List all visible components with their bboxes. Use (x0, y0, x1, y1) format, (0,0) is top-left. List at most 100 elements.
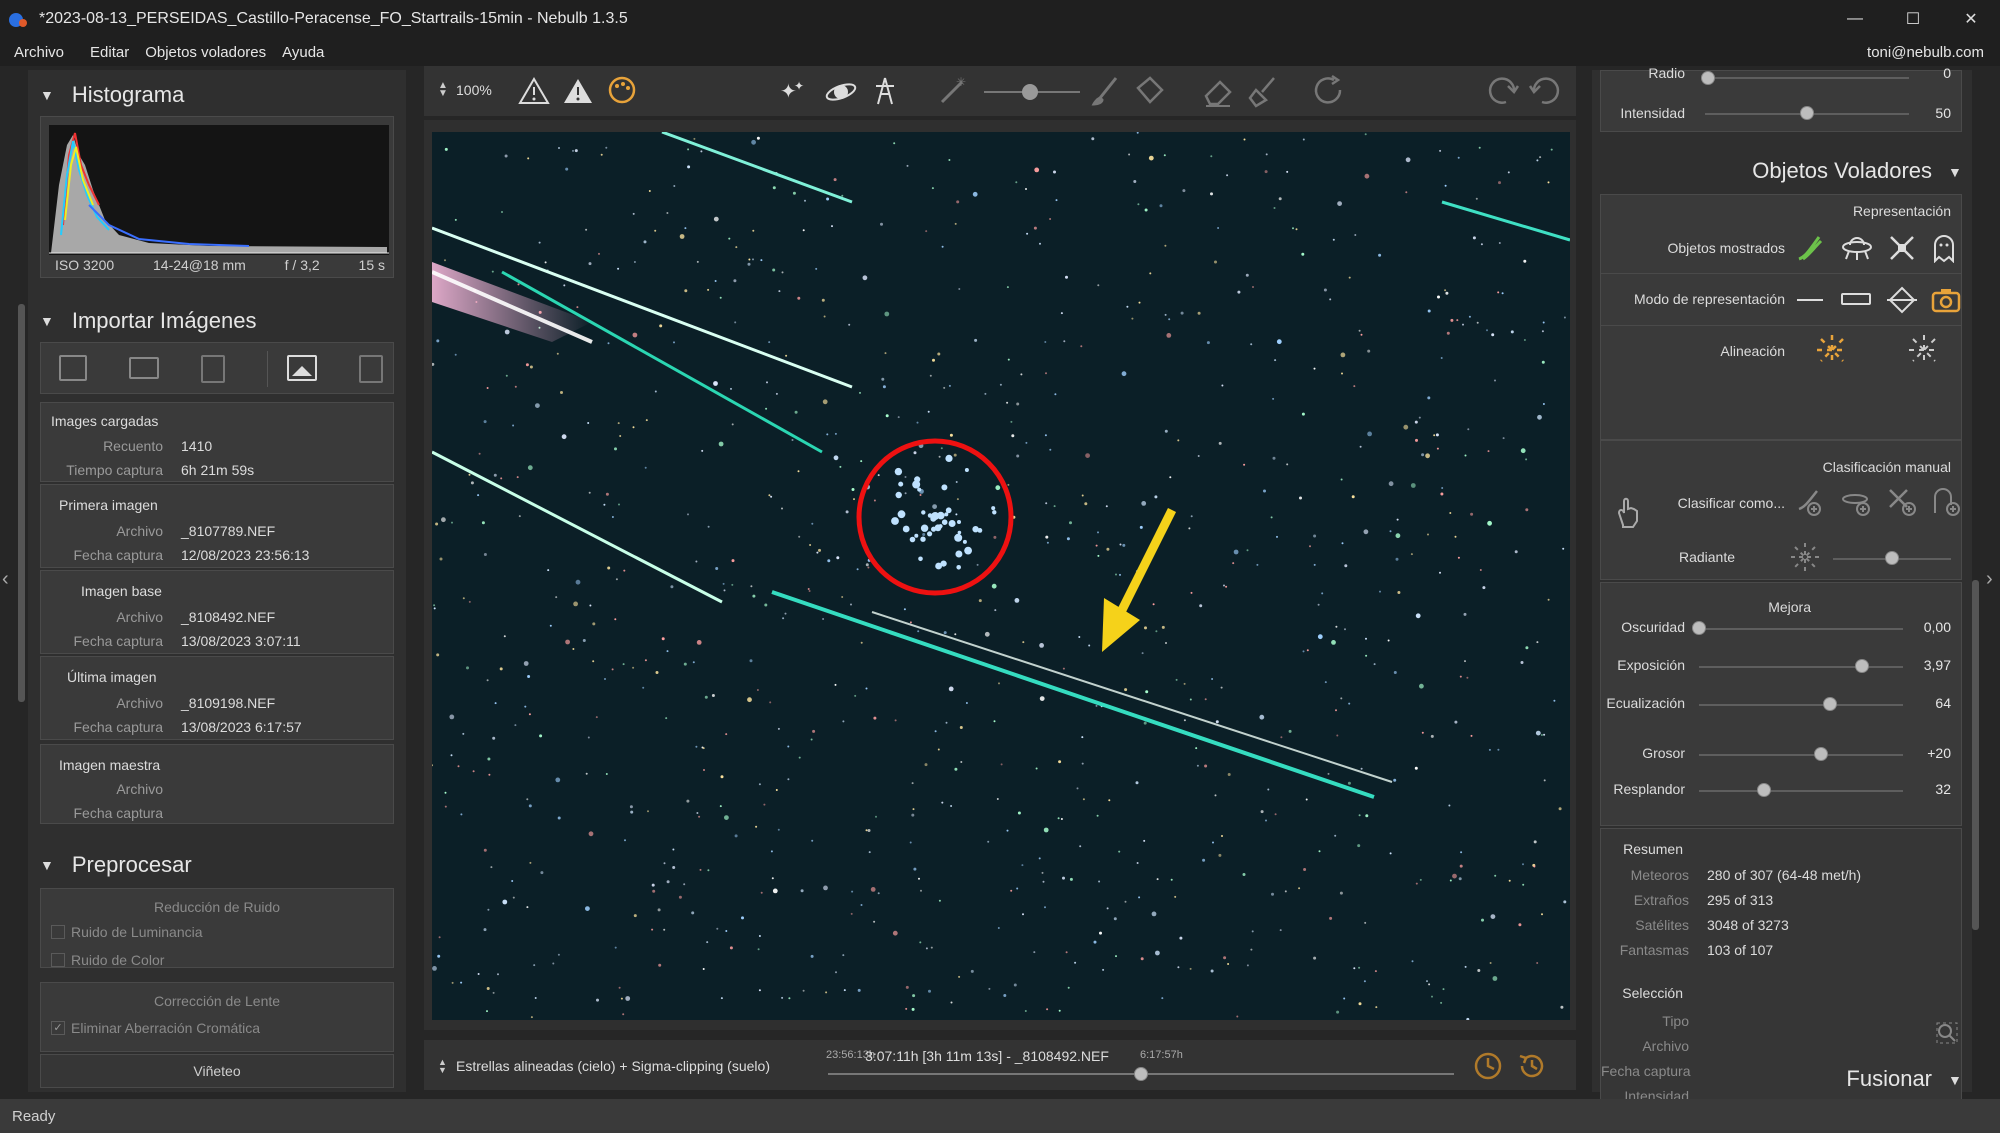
collapse-triangle-icon[interactable]: ▼ (1948, 164, 1962, 180)
file-value: _8109198.NEF (181, 695, 276, 711)
base-header: Imagen base (81, 583, 162, 599)
radial-align-active-icon[interactable] (1815, 333, 1849, 367)
slider-knob[interactable] (1814, 747, 1829, 761)
menu-ayuda[interactable]: Ayuda (282, 44, 324, 61)
radio-intensity-box: Radio 0 Intensidad 50 (1600, 65, 1962, 132)
menu-archivo[interactable]: Archivo (14, 44, 64, 61)
rect-mode-icon[interactable] (1841, 293, 1871, 305)
fill-bucket-icon[interactable] (1132, 74, 1166, 108)
count-value: 1410 (181, 438, 213, 454)
slider-knob[interactable] (1855, 659, 1870, 673)
timeline-slider-knob[interactable] (1134, 1067, 1148, 1081)
chromatic-checkbox[interactable]: ✓ (51, 1021, 65, 1035)
classify-meteor-icon[interactable] (1795, 487, 1825, 517)
planet-icon[interactable] (824, 76, 858, 106)
histogram-header[interactable]: ▼ Histograma (40, 82, 184, 108)
blend-mode[interactable]: Estrellas alineadas (cielo) + Sigma-clip… (456, 1058, 770, 1074)
mode-stepper-icon[interactable]: ▲ ▼ (438, 1058, 447, 1075)
radiant-icon[interactable] (1789, 541, 1821, 573)
classify-satellite-icon[interactable] (1887, 487, 1917, 517)
right-scrollbar[interactable] (1972, 580, 1979, 930)
slider-value: 3,97 (1923, 657, 1951, 673)
classify-as-label: Clasificar como... (1677, 495, 1785, 511)
brush-size-slider-knob[interactable] (1022, 84, 1038, 100)
zoom-level[interactable]: 100% (456, 82, 492, 98)
palette-icon[interactable] (606, 74, 638, 106)
startrails-photo[interactable] (432, 132, 1570, 1020)
menu-objetos-voladores[interactable]: Objetos voladores (145, 44, 266, 61)
timeline-end: 6:17:57h (1140, 1049, 1183, 1061)
redo-icon[interactable] (1486, 74, 1520, 108)
vignette-box[interactable]: Viñeteo (40, 1054, 394, 1088)
line-mode-icon[interactable] (1797, 299, 1823, 301)
render-mode-label: Modo de representación (1634, 291, 1785, 307)
broom-icon[interactable] (1246, 74, 1280, 108)
date-label: Fecha captura (73, 547, 164, 563)
svg-text:✳: ✳ (956, 75, 966, 89)
import-clipboard-icon[interactable] (201, 355, 225, 383)
color-noise-checkbox[interactable] (51, 953, 65, 967)
time-value: 6h 21m 59s (181, 462, 255, 478)
import-header[interactable]: ▼ Importar Imágenes (40, 308, 257, 334)
slider-knob[interactable] (1757, 783, 1772, 797)
slider-label: Exposición (1617, 657, 1685, 673)
collapse-triangle-icon: ▼ (40, 87, 54, 103)
left-scrollbar[interactable] (18, 304, 25, 702)
tower-icon[interactable] (870, 74, 900, 108)
collapse-left-icon[interactable]: ‹ (2, 568, 9, 591)
zoom-stepper-icon[interactable]: ▲ ▼ (438, 81, 448, 99)
magic-wand-icon[interactable]: ✳ (936, 74, 970, 108)
radiant-label: Radiante (1678, 549, 1735, 565)
zoom-to-selection-icon[interactable] (1935, 1021, 1959, 1045)
warning-filled-icon[interactable] (562, 76, 594, 106)
merge-title[interactable]: Fusionar (1592, 1066, 1932, 1092)
enhancement-header: Mejora (1768, 599, 1811, 615)
import-divider (267, 351, 268, 387)
ghost-toggle-icon[interactable] (1931, 233, 1957, 263)
diamond-mode-icon[interactable] (1887, 285, 1917, 315)
stars-icon[interactable]: ✦✦ (778, 76, 808, 106)
classify-ufo-icon[interactable] (1841, 487, 1873, 517)
intensidad-slider-knob[interactable] (1800, 106, 1814, 120)
status-text: Ready (12, 1107, 56, 1125)
clock-icon[interactable] (1472, 1050, 1504, 1082)
ufo-toggle-icon[interactable] (1841, 233, 1873, 263)
satellite-toggle-icon[interactable] (1887, 233, 1917, 263)
menu-editar[interactable]: Editar (90, 44, 129, 61)
minimize-button[interactable]: — (1826, 0, 1884, 38)
user-account[interactable]: toni@nebulb.com (1867, 44, 1984, 61)
history-clock-icon[interactable] (1516, 1050, 1548, 1082)
collapse-right-icon[interactable]: › (1986, 568, 1993, 591)
collapse-triangle-icon[interactable]: ▼ (1948, 1072, 1962, 1088)
meteor-toggle-icon[interactable] (1795, 233, 1825, 263)
warning-outline-icon[interactable] (518, 76, 550, 106)
date-label: Fecha captura (73, 633, 164, 649)
import-paste-icon[interactable] (359, 355, 383, 383)
left-panel: ▼ Histograma ISO 3200 14-24@18 mm f / 3,… (28, 70, 406, 1092)
luminance-checkbox[interactable] (51, 925, 65, 939)
radial-align-icon[interactable] (1907, 333, 1941, 367)
brush-icon[interactable] (1090, 74, 1122, 108)
file-label: Archivo (116, 781, 163, 797)
summary-label: Satélites (1635, 917, 1689, 933)
flying-objects-title[interactable]: Objetos Voladores (1592, 158, 1932, 184)
preprocess-header[interactable]: ▼ Preprocesar (40, 852, 192, 878)
eraser-icon[interactable] (1200, 74, 1234, 108)
refresh-icon[interactable] (1312, 74, 1346, 108)
lens-box: Corrección de Lente ✓ Eliminar Aberració… (40, 982, 394, 1052)
maximize-button[interactable]: ☐ (1884, 0, 1942, 38)
import-master-image-icon[interactable] (287, 355, 317, 381)
radio-slider-knob[interactable] (1701, 71, 1715, 85)
camera-mode-icon[interactable] (1931, 285, 1961, 315)
slider-label: Ecualización (1606, 695, 1685, 711)
import-folder-icon[interactable] (129, 357, 159, 379)
summary-value: 280 of 307 (64-48 met/h) (1707, 867, 1862, 883)
import-images-icon[interactable] (59, 355, 87, 381)
classify-ghost-icon[interactable] (1931, 487, 1961, 517)
slider-track (1699, 790, 1903, 792)
undo-icon[interactable] (1528, 74, 1562, 108)
radiant-slider-knob[interactable] (1885, 551, 1899, 565)
close-button[interactable]: ✕ (1942, 0, 2000, 38)
slider-knob[interactable] (1822, 697, 1837, 711)
slider-knob[interactable] (1692, 621, 1706, 635)
